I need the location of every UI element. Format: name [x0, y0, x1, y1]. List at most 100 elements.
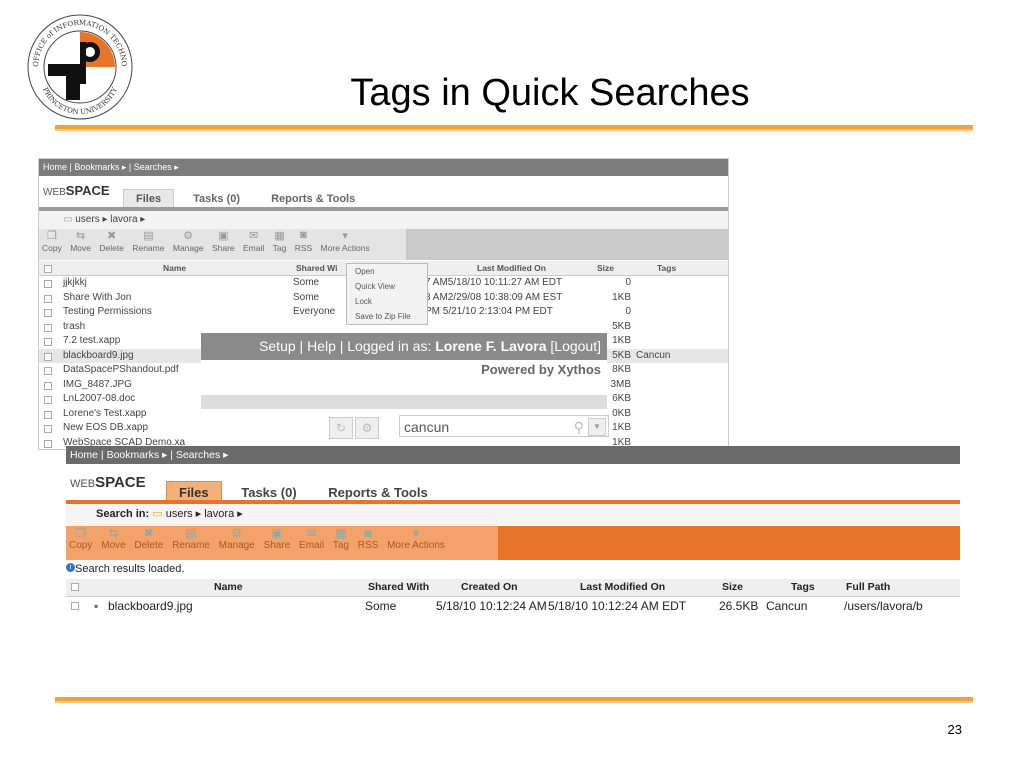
logout-link[interactable]: [Logout]: [547, 338, 601, 354]
image-file-icon: ▪: [94, 599, 99, 613]
file-name[interactable]: LnL2007-08.doc: [63, 392, 135, 407]
col-name[interactable]: Name: [163, 263, 186, 273]
row-checkbox[interactable]: [71, 602, 79, 610]
col-tags[interactable]: Tags: [657, 263, 676, 273]
folder-icon: ▭: [152, 508, 166, 520]
manage-button[interactable]: ⚙ Manage: [173, 229, 204, 253]
last-modified: 8 AM2/29/08 10:38:09 AM EST: [425, 291, 563, 303]
page-number: 23: [947, 722, 962, 737]
file-tags: Cancun: [766, 599, 808, 613]
rename-icon: ▤: [143, 230, 154, 242]
row-checkbox[interactable]: [44, 410, 52, 419]
status-message: i Search results loaded.: [66, 563, 184, 575]
folder-icon: ▭: [63, 214, 76, 225]
col-tags[interactable]: Tags: [791, 579, 815, 596]
footer-strip: [201, 395, 607, 409]
table-row[interactable]: New EOS DB.xapp 1KB: [39, 421, 728, 436]
manage-button[interactable]: ⚙ Manage: [219, 526, 255, 551]
tab-reports-tools[interactable]: Reports & Tools: [259, 190, 367, 208]
row-checkbox[interactable]: [44, 294, 52, 303]
col-full-path[interactable]: Full Path: [846, 579, 890, 596]
shared-with: Some: [293, 277, 320, 288]
rename-button[interactable]: ▤ Rename: [172, 526, 210, 551]
email-button[interactable]: ✉ Email: [299, 526, 324, 551]
last-modified: PM 5/21/10 2:13:04 PM EDT: [425, 306, 553, 317]
file-name[interactable]: jjkjkkj: [63, 276, 87, 291]
file-name[interactable]: blackboard9.jpg: [108, 597, 193, 615]
col-created[interactable]: Created On: [461, 579, 518, 596]
file-name[interactable]: DataSpacePShandout.pdf: [63, 363, 179, 378]
table-row[interactable]: ▪ blackboard9.jpg Some 5/18/10 10:12:24 …: [66, 597, 960, 615]
row-checkbox[interactable]: [44, 338, 52, 346]
col-size[interactable]: Size: [597, 263, 614, 273]
slide-title: Tags in Quick Searches: [350, 72, 750, 114]
more-actions-button[interactable]: ▾ More Actions: [387, 526, 445, 551]
col-modified[interactable]: Last Modified On: [477, 263, 546, 273]
tag-button[interactable]: ▦ Tag: [333, 526, 349, 551]
rename-button[interactable]: ▤ Rename: [132, 229, 164, 253]
more-actions-button[interactable]: ▾ More Actions: [321, 229, 370, 253]
select-all-checkbox[interactable]: [44, 265, 52, 273]
file-name[interactable]: New EOS DB.xapp: [63, 421, 148, 436]
copy-button[interactable]: ❐ Copy: [42, 229, 62, 253]
search-dropdown-icon[interactable]: ▼: [588, 418, 606, 436]
menu-lock[interactable]: Lock: [347, 294, 427, 309]
col-name[interactable]: Name: [214, 579, 243, 596]
gear-icon: ⚙: [183, 230, 194, 242]
row-checkbox[interactable]: [44, 367, 52, 375]
toolbar: ❐ Copy ⇆ Move ✖ Delete ▤ Rename ⚙ Manage ▣ Sha…: [66, 526, 498, 560]
breadcrumb: ▭ users ▸ lavora ▸: [39, 211, 728, 229]
file-name[interactable]: IMG_8487.JPG: [63, 378, 132, 393]
email-icon: ✉: [249, 230, 259, 242]
breadcrumb-path[interactable]: users ▸ lavora ▸: [166, 508, 243, 520]
shared-with: Some: [365, 599, 397, 613]
row-checkbox[interactable]: [44, 396, 52, 404]
menu-save-zip[interactable]: Save to Zip File: [347, 309, 427, 324]
file-name[interactable]: Share With Jon: [63, 291, 131, 306]
menu-quick-view[interactable]: Quick View: [347, 279, 427, 294]
file-name[interactable]: Testing Permissions: [63, 305, 152, 320]
row-checkbox[interactable]: [44, 381, 52, 390]
file-size: 1KB: [612, 291, 631, 303]
row-checkbox[interactable]: [44, 425, 52, 433]
col-shared[interactable]: Shared Wi: [296, 263, 338, 273]
row-checkbox[interactable]: [44, 352, 52, 361]
delete-button[interactable]: ✖ Delete: [99, 229, 124, 253]
user-name: Lorene F. Lavora: [435, 338, 547, 354]
top-nav[interactable]: Home | Bookmarks ▸ | Searches ▸: [66, 446, 960, 464]
row-checkbox[interactable]: [44, 439, 52, 448]
share-button[interactable]: ▣ Share: [212, 229, 235, 253]
file-name[interactable]: Lorene's Test.xapp: [63, 407, 146, 422]
row-checkbox[interactable]: [44, 323, 52, 332]
share-button[interactable]: ▣ Share: [264, 526, 291, 551]
tab-tasks[interactable]: Tasks (0): [181, 190, 252, 208]
move-icon: ⇆: [108, 526, 119, 540]
move-button[interactable]: ⇆ Move: [101, 526, 125, 551]
email-button[interactable]: ✉ Email: [243, 229, 264, 253]
toolbar-fill: [406, 229, 728, 260]
webspace-logo: WEBSPACE: [43, 183, 110, 198]
top-nav[interactable]: Home | Bookmarks ▸ | Searches ▸: [39, 159, 728, 176]
row-checkbox[interactable]: [44, 280, 52, 288]
file-name[interactable]: blackboard9.jpg: [63, 349, 134, 364]
col-size[interactable]: Size: [722, 579, 743, 596]
delete-button[interactable]: ✖ Delete: [134, 526, 163, 551]
select-all-checkbox[interactable]: [71, 583, 79, 591]
col-shared[interactable]: Shared With: [368, 579, 429, 596]
settings-icon[interactable]: ⚙: [355, 417, 379, 439]
file-name[interactable]: 7.2 test.xapp: [63, 334, 120, 349]
move-button[interactable]: ⇆ Move: [70, 229, 91, 253]
file-name[interactable]: trash: [63, 320, 85, 335]
refresh-icon[interactable]: ↻: [329, 417, 353, 439]
rss-button[interactable]: ◙ RSS: [358, 526, 379, 551]
menu-open[interactable]: Open: [347, 264, 427, 279]
rss-button[interactable]: ◙ RSS: [295, 229, 312, 253]
row-checkbox[interactable]: [44, 309, 52, 317]
tab-files[interactable]: Files: [123, 189, 175, 208]
tag-button[interactable]: ▦ Tag: [273, 229, 287, 253]
col-modified[interactable]: Last Modified On: [580, 579, 665, 596]
search-icon[interactable]: ⚲: [574, 416, 584, 438]
last-modified: 5/18/10 10:12:24 AM EDT: [548, 599, 687, 613]
copy-button[interactable]: ❐ Copy: [69, 526, 92, 551]
search-input[interactable]: cancun ⚲ ▼: [399, 415, 609, 437]
